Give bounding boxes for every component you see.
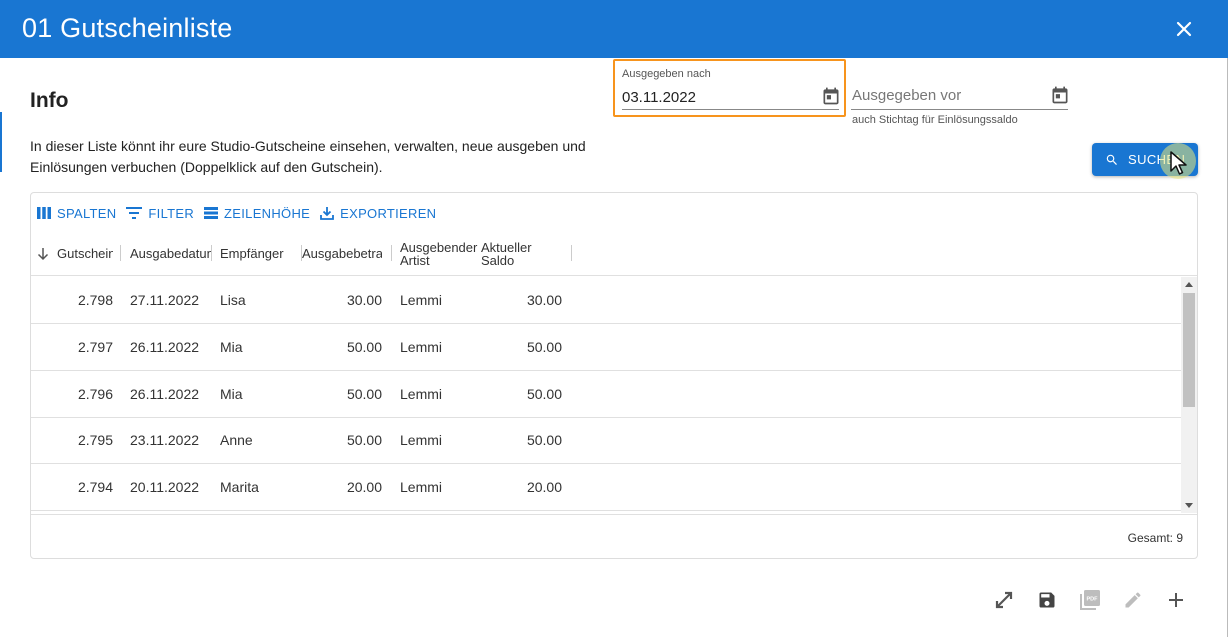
cell-artist: Lemmi: [400, 339, 443, 355]
cell-amount: 50.00: [346, 386, 382, 402]
column-header-voucher[interactable]: Gutschein: [57, 231, 113, 276]
filter-icon: [126, 207, 143, 219]
cell-balance: 50.00: [526, 386, 562, 402]
table-row[interactable]: 2.795 23.11.2022 Anne 50.00 Lemmi 50.00: [31, 417, 1181, 464]
issued-after-label: Ausgegeben nach: [622, 68, 711, 80]
table-header: Gutschein Ausgabedatum Empfänger Ausgabe…: [31, 231, 1197, 276]
scroll-up-icon[interactable]: [1185, 282, 1193, 287]
table-footer: Gesamt: 9: [31, 514, 1197, 558]
scrollbar-thumb[interactable]: [1183, 293, 1195, 407]
info-heading: Info: [30, 89, 69, 112]
edit-icon: [1125, 592, 1141, 608]
export-label: EXPORTIEREN: [340, 205, 437, 221]
cell-artist: Lemmi: [400, 432, 443, 448]
cell-recipient: Mia: [220, 386, 243, 402]
fullscreen-button[interactable]: [992, 588, 1016, 612]
cell-voucher: 2.796: [77, 386, 113, 402]
cell-artist: Lemmi: [400, 479, 443, 495]
cell-voucher: 2.795: [77, 432, 113, 448]
info-text: In dieser Liste könnt ihr eure Studio-Gu…: [30, 138, 586, 175]
svg-text:PDF: PDF: [1087, 597, 1099, 603]
add-button[interactable]: [1164, 588, 1188, 612]
cell-recipient: Anne: [220, 432, 253, 448]
table-row[interactable]: 2.794 20.11.2022 Marita 20.00 Lemmi 20.0…: [31, 464, 1181, 511]
cell-amount: 20.00: [346, 479, 382, 495]
pdf-button[interactable]: PDF: [1078, 588, 1102, 612]
column-separator[interactable]: [391, 245, 392, 261]
calendar-icon[interactable]: [1050, 85, 1070, 105]
column-header-recipient[interactable]: Empfänger: [220, 231, 300, 276]
close-icon: [1176, 21, 1192, 37]
table-row[interactable]: 2.797 26.11.2022 Mia 50.00 Lemmi 50.00: [31, 324, 1181, 371]
density-label: ZEILENHÖHE: [224, 205, 311, 221]
column-header-amount[interactable]: Ausgabebetrag: [302, 231, 382, 276]
filter-label: FILTER: [148, 205, 195, 221]
column-separator[interactable]: [571, 245, 572, 261]
table-scrollbar[interactable]: [1181, 277, 1197, 513]
issued-before-field[interactable]: Ausgegeben vor: [851, 80, 1069, 110]
cell-voucher: 2.794: [77, 479, 113, 495]
issued-after-field[interactable]: Ausgegeben nach 03.11.2022: [613, 59, 846, 117]
cell-recipient: Mia: [220, 339, 243, 355]
dialog-titlebar: 01 Gutscheinliste: [0, 0, 1228, 58]
cell-amount: 50.00: [346, 432, 382, 448]
columns-icon: [37, 207, 51, 219]
cell-balance: 50.00: [526, 432, 562, 448]
calendar-icon[interactable]: [821, 86, 841, 106]
download-icon: [320, 207, 335, 220]
cell-amount: 30.00: [346, 292, 382, 308]
voucher-grid: SPALTEN FILTER ZEILENHÖHE EXPORTIEREN Gu…: [30, 192, 1198, 559]
columns-button[interactable]: SPALTEN: [37, 206, 116, 221]
column-header-artist[interactable]: Ausgebender Artist: [400, 231, 480, 276]
cell-amount: 50.00: [346, 339, 382, 355]
grid-toolbar: SPALTEN FILTER ZEILENHÖHE EXPORTIEREN: [37, 203, 436, 223]
issued-before-input[interactable]: Ausgegeben vor: [852, 87, 961, 104]
column-separator[interactable]: [120, 245, 121, 261]
voucher-list-dialog: 01 Gutscheinliste Info In dieser Liste k…: [0, 0, 1228, 637]
export-button[interactable]: EXPORTIEREN: [320, 206, 436, 221]
mouse-cursor-icon: [1170, 151, 1187, 175]
cell-recipient: Marita: [220, 479, 259, 495]
save-icon: [1039, 592, 1055, 608]
column-header-issue-date[interactable]: Ausgabedatum: [130, 231, 212, 276]
sort-descending-icon[interactable]: [37, 247, 49, 261]
cell-issue-date: 27.11.2022: [130, 292, 200, 308]
total-count: Gesamt: 9: [1127, 531, 1183, 545]
scroll-down-icon[interactable]: [1185, 503, 1193, 508]
density-icon: [204, 207, 219, 219]
cell-artist: Lemmi: [400, 386, 443, 402]
issued-after-underline: [622, 109, 839, 110]
search-icon: [1106, 154, 1117, 165]
cell-balance: 50.00: [526, 339, 562, 355]
cell-issue-date: 20.11.2022: [130, 479, 200, 495]
dialog-title: 01 Gutscheinliste: [22, 13, 233, 43]
columns-label: SPALTEN: [57, 205, 117, 221]
left-edge-accent: [0, 112, 2, 172]
column-separator[interactable]: [211, 245, 212, 261]
close-button[interactable]: [1168, 13, 1200, 45]
filter-button[interactable]: FILTER: [126, 206, 194, 221]
cell-balance: 30.00: [526, 292, 562, 308]
pdf-icon: PDF: [1080, 590, 1100, 610]
issued-before-helper: auch Stichtag für Einlösungssaldo: [852, 114, 1018, 126]
cell-balance: 20.00: [526, 479, 562, 495]
add-icon: [1169, 593, 1183, 607]
fullscreen-icon: [995, 591, 1013, 609]
cell-voucher: 2.797: [77, 339, 113, 355]
density-button[interactable]: ZEILENHÖHE: [204, 206, 310, 221]
cell-recipient: Lisa: [220, 292, 246, 308]
edit-button[interactable]: [1121, 588, 1145, 612]
cell-issue-date: 26.11.2022: [130, 386, 200, 402]
cell-voucher: 2.798: [77, 292, 113, 308]
cell-issue-date: 23.11.2022: [130, 432, 200, 448]
column-header-balance[interactable]: Aktueller Saldo: [481, 231, 541, 276]
issued-before-underline: [851, 109, 1068, 110]
save-button[interactable]: [1035, 588, 1059, 612]
table-row[interactable]: 2.798 27.11.2022 Lisa 30.00 Lemmi 30.00: [31, 277, 1181, 324]
cell-issue-date: 26.11.2022: [130, 339, 200, 355]
issued-after-input[interactable]: 03.11.2022: [622, 89, 696, 106]
cell-artist: Lemmi: [400, 292, 443, 308]
table-row[interactable]: 2.796 26.11.2022 Mia 50.00 Lemmi 50.00: [31, 371, 1181, 418]
table-body: 2.798 27.11.2022 Lisa 30.00 Lemmi 30.00 …: [31, 277, 1181, 513]
